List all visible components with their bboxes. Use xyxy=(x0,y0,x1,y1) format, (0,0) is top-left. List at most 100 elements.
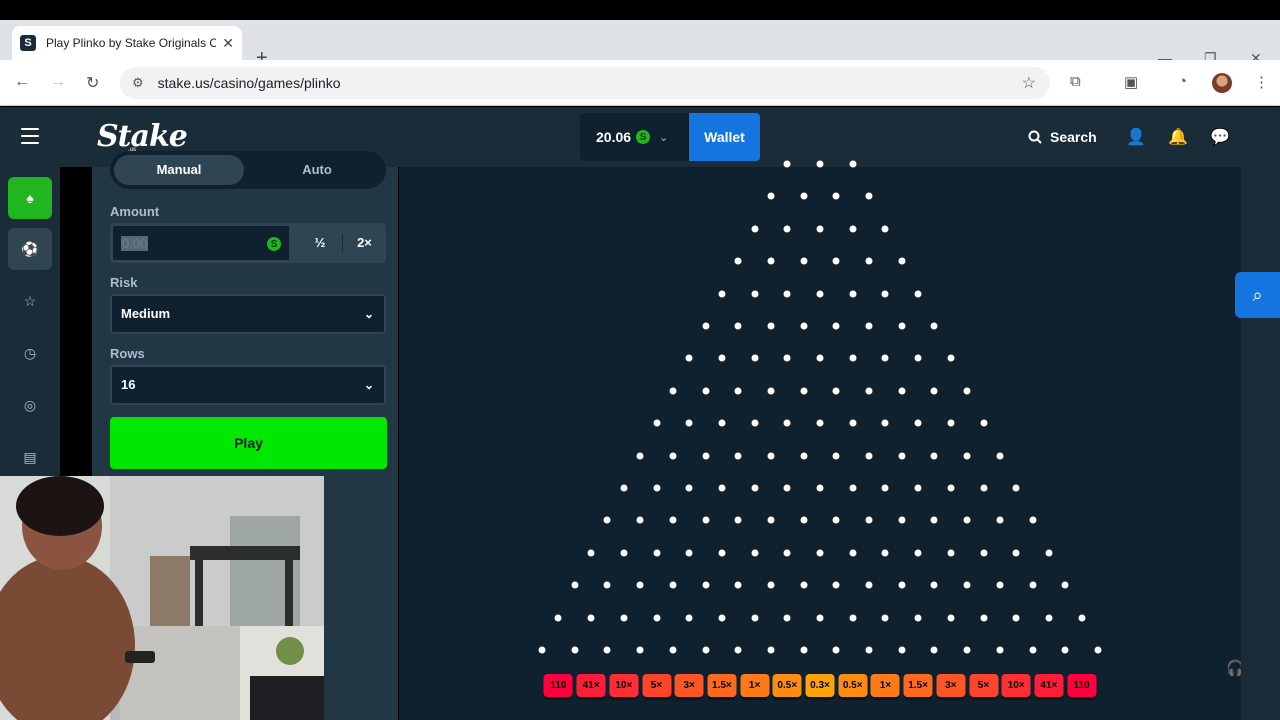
user-icon[interactable]: 👤 xyxy=(1126,127,1146,147)
plinko-peg xyxy=(947,549,955,557)
floating-search-icon[interactable]: ⌕ xyxy=(1235,272,1280,318)
plinko-peg xyxy=(898,322,906,330)
originals-icon[interactable]: ▤ xyxy=(8,436,52,478)
plinko-peg xyxy=(751,614,759,622)
plinko-peg xyxy=(1029,581,1037,589)
notifications-bell-icon[interactable]: 🔔 xyxy=(1168,127,1188,147)
chevron-down-icon: ⌄ xyxy=(363,307,374,321)
plinko-peg xyxy=(554,614,562,622)
plinko-peg xyxy=(800,646,808,654)
rows-select[interactable]: 16 ⌄ xyxy=(110,365,386,405)
plinko-peg xyxy=(832,452,840,460)
plinko-peg xyxy=(718,354,726,362)
plinko-peg xyxy=(783,614,791,622)
plinko-peg xyxy=(816,160,824,168)
multiplier-bucket: 110 xyxy=(543,674,573,697)
sweeps-coin-icon: S xyxy=(267,237,281,251)
plinko-board: 🎧 110 41× 10× 5× 3× 1.5× 1× 0.5× 0.3× 0.5× 1× 1.5× 3… xyxy=(399,160,1245,720)
tab-manual[interactable]: Manual xyxy=(114,155,244,185)
multiplier-bucket: 1× xyxy=(740,674,770,697)
balance-selector[interactable]: 20.06 S ⌄ xyxy=(580,113,690,161)
performance-icon[interactable]: ◔ xyxy=(1178,73,1187,90)
plinko-peg xyxy=(734,322,742,330)
plinko-peg xyxy=(849,614,857,622)
tab-search-icon[interactable]: ▣ xyxy=(1124,73,1138,91)
plinko-peg xyxy=(571,646,579,654)
plinko-peg xyxy=(832,646,840,654)
stake-favicon-icon: S xyxy=(20,35,36,51)
plinko-peg xyxy=(751,290,759,298)
plinko-peg xyxy=(996,516,1004,524)
plinko-peg xyxy=(816,354,824,362)
plinko-peg xyxy=(783,354,791,362)
plinko-peg xyxy=(669,387,677,395)
plinko-peg xyxy=(865,581,873,589)
wallet-button[interactable]: Wallet xyxy=(689,113,760,161)
tab-auto[interactable]: Auto xyxy=(252,155,382,185)
extensions-icon[interactable]: ⧉ xyxy=(1070,73,1081,90)
browser-tabstrip: S Play Plinko by Stake Originals C ✕ + —… xyxy=(0,20,1280,68)
chevron-down-icon: ⌄ xyxy=(363,378,374,392)
plinko-peg xyxy=(734,257,742,265)
plinko-peg xyxy=(636,646,644,654)
double-amount-button[interactable]: 2× xyxy=(343,223,386,263)
plinko-peg xyxy=(865,516,873,524)
browser-toolbar: ← → ↻ ⚙ stake.us/casino/games/plinko ☆ ⧉… xyxy=(0,60,1280,106)
casino-nav-icon[interactable]: ♠ xyxy=(8,177,52,219)
bookmark-star-icon[interactable]: ☆ xyxy=(1022,73,1036,93)
plinko-peg xyxy=(620,484,628,492)
plinko-peg xyxy=(849,225,857,233)
browser-tab[interactable]: S Play Plinko by Stake Originals C ✕ xyxy=(12,26,242,60)
back-icon[interactable]: ← xyxy=(14,73,30,91)
risk-label: Risk xyxy=(110,275,138,290)
plinko-peg xyxy=(816,225,824,233)
plinko-peg xyxy=(1094,646,1102,654)
amount-input[interactable]: 0.00 S xyxy=(112,225,290,261)
rows-label: Rows xyxy=(110,346,145,361)
plinko-peg xyxy=(947,614,955,622)
plinko-peg xyxy=(767,581,775,589)
reload-icon[interactable]: ↻ xyxy=(86,73,99,93)
half-amount-button[interactable]: ½ xyxy=(298,223,342,263)
plinko-peg xyxy=(751,354,759,362)
stake-logo[interactable]: Stake xyxy=(97,119,188,154)
plinko-peg xyxy=(783,160,791,168)
plinko-peg xyxy=(571,581,579,589)
plinko-peg xyxy=(685,354,693,362)
challenges-target-icon[interactable]: ◎ xyxy=(8,384,52,426)
profile-avatar[interactable] xyxy=(1212,73,1232,93)
plinko-peg xyxy=(980,484,987,492)
recent-history-icon[interactable]: ◷ xyxy=(8,332,52,374)
plinko-peg xyxy=(816,549,824,557)
plinko-peg xyxy=(800,581,808,589)
favourites-star-icon[interactable]: ☆ xyxy=(8,280,52,322)
plinko-peg xyxy=(734,646,742,654)
search-button[interactable]: Search xyxy=(1028,129,1097,145)
plinko-peg xyxy=(800,192,808,200)
plinko-peg xyxy=(865,646,873,654)
plinko-peg xyxy=(734,452,742,460)
forward-icon[interactable]: → xyxy=(50,73,66,91)
site-info-icon[interactable]: ⚙ xyxy=(132,75,144,91)
sports-nav-icon[interactable]: ⚽ xyxy=(8,228,52,270)
chat-icon[interactable]: 💬 xyxy=(1210,127,1230,147)
plinko-peg xyxy=(1045,614,1053,622)
tab-close-icon[interactable]: ✕ xyxy=(222,35,234,52)
multiplier-bucket: 1× xyxy=(870,674,900,697)
menu-hamburger-icon[interactable] xyxy=(21,128,39,144)
plinko-peg xyxy=(963,387,971,395)
plinko-peg xyxy=(1012,614,1020,622)
plinko-peg xyxy=(653,419,660,427)
amount-field-group: 0.00 S ½ 2× xyxy=(110,223,386,263)
plinko-peg xyxy=(849,290,857,298)
plinko-peg xyxy=(653,549,660,557)
play-button[interactable]: Play xyxy=(110,417,387,469)
plinko-peg xyxy=(930,452,938,460)
search-label: Search xyxy=(1050,129,1097,145)
browser-menu-icon[interactable]: ⋮ xyxy=(1254,73,1269,91)
plinko-peg xyxy=(963,452,971,460)
address-bar[interactable]: ⚙ stake.us/casino/games/plinko ☆ xyxy=(120,67,1050,99)
risk-select[interactable]: Medium ⌄ xyxy=(110,294,386,334)
multiplier-bucket: 41× xyxy=(576,674,606,697)
plinko-peg xyxy=(767,192,775,200)
